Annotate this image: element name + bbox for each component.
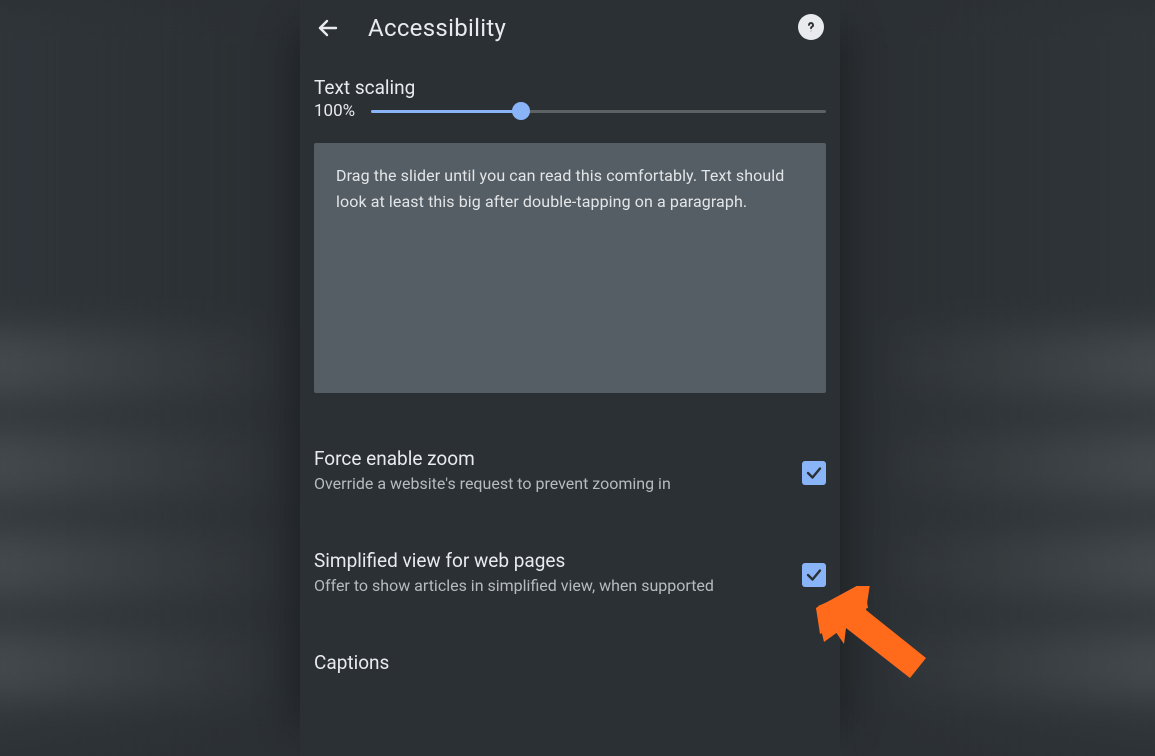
setting-title: Simplified view for web pages [314,549,786,572]
slider-thumb[interactable] [512,102,530,120]
setting-subtitle: Override a website's request to prevent … [314,472,786,495]
force-enable-zoom-setting[interactable]: Force enable zoom Override a website's r… [314,447,826,495]
back-button[interactable] [316,16,340,40]
simplified-view-checkbox[interactable] [802,563,826,587]
checkmark-icon [805,464,823,482]
help-icon [803,19,819,35]
page-title: Accessibility [368,14,506,42]
setting-subtitle: Offer to show articles in simplified vie… [314,574,786,597]
text-scaling-preview: Drag the slider until you can read this … [314,143,826,393]
slider-fill [371,110,521,113]
background-blur-left [0,0,270,756]
background-blur-right [885,0,1155,756]
help-button[interactable] [798,14,824,40]
setting-title: Force enable zoom [314,447,786,470]
simplified-view-setting[interactable]: Simplified view for web pages Offer to s… [314,549,826,597]
content: Text scaling 100% Drag the slider until … [300,56,840,756]
setting-title: Captions [314,651,826,674]
captions-setting[interactable]: Captions [314,651,826,674]
text-scaling-value: 100% [314,101,355,121]
checkmark-icon [805,566,823,584]
header: Accessibility [300,0,840,56]
preview-text: Drag the slider until you can read this … [336,163,804,216]
force-enable-zoom-checkbox[interactable] [802,461,826,485]
text-scaling-label: Text scaling [314,76,826,99]
arrow-left-icon [316,16,340,40]
text-scaling-row: 100% [314,101,826,121]
text-scaling-slider[interactable] [371,101,826,121]
accessibility-settings-panel: Accessibility Text scaling 100% Drag the… [300,0,840,756]
